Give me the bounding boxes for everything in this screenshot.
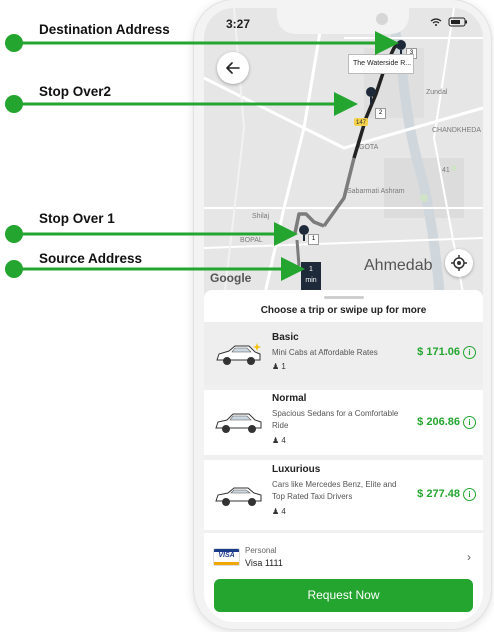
map-road-number: 147 xyxy=(356,120,367,126)
eta-value: 1 xyxy=(309,266,313,273)
ride-seats: ♟ 1 xyxy=(272,362,286,371)
ride-seats: ♟ 4 xyxy=(272,507,286,516)
car-icon xyxy=(216,343,261,365)
destination-callout[interactable]: The Waterside R... xyxy=(348,54,414,74)
annotation-stop2: Stop Over2 xyxy=(39,84,112,99)
divider xyxy=(204,530,483,533)
car-icon xyxy=(215,413,262,433)
chevron-right-icon: › xyxy=(467,550,471,564)
ride-price: $ 171.06 xyxy=(417,346,460,358)
divider xyxy=(204,455,483,460)
info-icon[interactable]: i xyxy=(463,346,476,359)
camera xyxy=(376,13,388,25)
map-label-area2: Sabarmati Ashram xyxy=(347,188,405,195)
ride-selection-sheet: Choose a trip or swipe up for more Basic… xyxy=(204,290,483,622)
arrow-left-icon xyxy=(226,62,240,74)
card-brand: VISA xyxy=(218,552,235,559)
app-screen: 3:27 CHANDKHEDA Sabarmati Ashram Shilaj … xyxy=(204,8,483,622)
annotation-destination: Destination Address xyxy=(39,22,170,37)
stop2-marker-number: 2 xyxy=(375,108,386,119)
map-city-label: Ahmedab xyxy=(364,257,433,274)
map-view[interactable]: CHANDKHEDA Sabarmati Ashram Shilaj BOPAL… xyxy=(204,8,483,298)
status-time: 3:27 xyxy=(226,17,251,31)
battery-icon xyxy=(448,17,467,27)
map-label-road2: 41 xyxy=(442,167,450,174)
person-icon: ♟ xyxy=(272,507,280,516)
map-label-area3: Shilaj xyxy=(252,213,270,220)
seat-count: 1 xyxy=(281,362,286,371)
crosshair-icon xyxy=(451,255,467,271)
seat-count: 4 xyxy=(281,507,286,516)
ride-description: Mini Cabs at Affordable Rates xyxy=(272,348,378,357)
ride-price: $ 206.86 xyxy=(417,416,460,428)
ride-description: Spacious Sedans for a Comfortable Ride xyxy=(272,409,399,430)
person-icon: ♟ xyxy=(272,436,280,445)
annotation-source: Source Address xyxy=(39,251,143,266)
my-location-button[interactable] xyxy=(445,249,473,277)
sheet-handle[interactable] xyxy=(324,296,364,299)
ride-price: $ 277.48 xyxy=(417,488,460,500)
map-label-area5: GOTA xyxy=(359,144,379,151)
wifi-icon xyxy=(430,18,442,26)
annotation-dot-stop2 xyxy=(5,95,23,113)
payment-card: Visa 1111 xyxy=(245,558,283,568)
ride-option-basic[interactable]: Basic Mini Cabs at Affordable Rates ♟ 1 … xyxy=(204,322,483,385)
annotation-stop1: Stop Over 1 xyxy=(39,211,115,226)
annotation-dot-source xyxy=(5,260,23,278)
ride-name: Luxurious xyxy=(272,464,321,475)
back-button[interactable] xyxy=(217,52,249,84)
info-icon[interactable]: i xyxy=(463,416,476,429)
ride-seats: ♟ 4 xyxy=(272,436,286,445)
google-logo: Google xyxy=(210,271,252,285)
ride-option-luxurious[interactable]: Luxurious Cars like Mercedes Benz, Elite… xyxy=(204,464,483,530)
stop1-marker-number: 1 xyxy=(308,234,319,245)
ride-name: Normal xyxy=(272,393,307,404)
sheet-title: Choose a trip or swipe up for more xyxy=(260,305,427,316)
info-icon[interactable]: i xyxy=(463,488,476,501)
map-label-area1: CHANDKHEDA xyxy=(432,127,482,134)
person-icon: ♟ xyxy=(272,362,280,371)
seat-count: 4 xyxy=(281,436,286,445)
ride-description: Cars like Mercedes Benz, Elite and Top R… xyxy=(272,480,397,501)
ride-name: Basic xyxy=(272,332,299,343)
notch xyxy=(277,8,409,34)
source-eta-marker[interactable]: 1 min xyxy=(301,262,321,290)
payment-type: Personal xyxy=(245,546,277,555)
annotation-dot-stop1 xyxy=(5,225,23,243)
visa-card-icon: VISA xyxy=(213,548,240,566)
divider xyxy=(204,385,483,390)
payment-selector[interactable]: VISA Personal Visa 1111 › xyxy=(204,536,483,576)
map-label-place: Zundal xyxy=(426,89,448,96)
annotation-dot-destination xyxy=(5,34,23,52)
car-icon xyxy=(215,487,262,506)
request-now-button[interactable]: Request Now xyxy=(214,579,473,612)
status-icons xyxy=(429,17,469,30)
eta-unit: min xyxy=(305,277,317,284)
map-label-area4: BOPAL xyxy=(240,237,263,244)
stop2-pin-icon[interactable] xyxy=(364,86,378,106)
ride-option-normal[interactable]: Normal Spacious Sedans for a Comfortable… xyxy=(204,393,483,453)
